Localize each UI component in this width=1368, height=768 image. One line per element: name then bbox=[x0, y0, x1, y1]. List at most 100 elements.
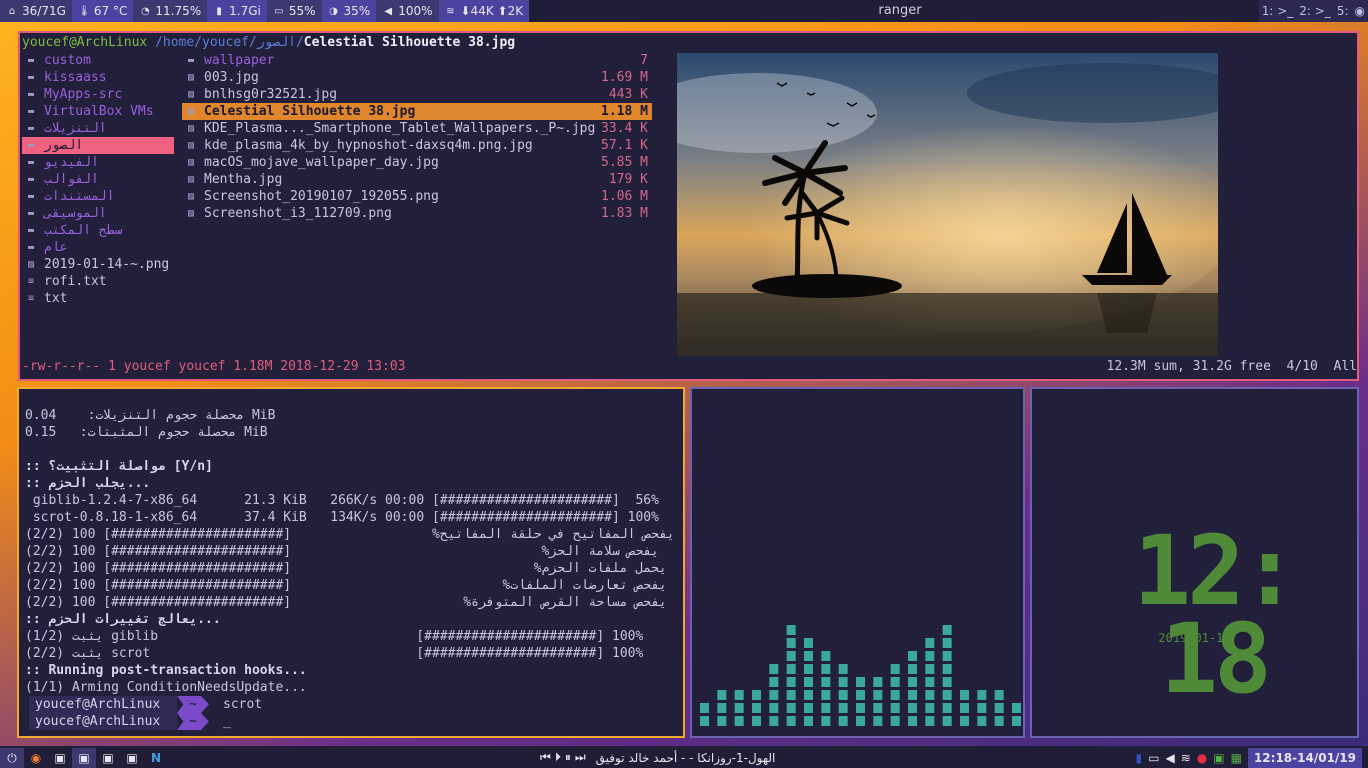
file-name: 003.jpg bbox=[204, 70, 259, 85]
workspace-2[interactable]: 2: >_ bbox=[1296, 4, 1334, 18]
image-file-icon: ▨ bbox=[188, 89, 195, 100]
battery-segment[interactable]: ▭ 55% bbox=[266, 0, 322, 22]
visualizer-bar bbox=[786, 625, 796, 726]
play-icon[interactable]: ⏵ bbox=[555, 750, 561, 765]
file-list-item[interactable]: ▨ macOS_mojave_wallpaper_day.jpg 5.85 M bbox=[182, 154, 652, 171]
image-file-icon: ▨ bbox=[188, 123, 195, 134]
prompt-command[interactable]: scrot bbox=[223, 696, 262, 713]
speaker-icon[interactable]: ◀ bbox=[1165, 751, 1174, 765]
now-playing: الهول-1-روزانكا - - أحمد خالد توفيق bbox=[595, 750, 776, 765]
parent-dir-item[interactable]: ▬ الصور bbox=[22, 137, 174, 154]
taskbar-terminal-3[interactable]: ▣ bbox=[96, 748, 120, 768]
parent-directory-column: ▬ custom ▬ kissaass ▬ MyApps-src ▬ VirtualBox V… bbox=[22, 52, 174, 307]
file-list-item[interactable]: ▬ wallpaper 7 bbox=[182, 52, 652, 69]
file-name: Celestial Silhouette 38.jpg bbox=[204, 104, 416, 119]
wifi-icon[interactable]: ≋ bbox=[1181, 751, 1191, 765]
file-list-item[interactable]: ▨ Celestial Silhouette 38.jpg 1.18 M bbox=[182, 103, 652, 120]
calendar-icon[interactable]: ▦ bbox=[1231, 751, 1242, 765]
file-name: bnlhsg0r32521.jpg bbox=[204, 87, 338, 102]
folder-icon: ▬ bbox=[28, 55, 35, 66]
parent-dir-item[interactable]: ▬ kissaass bbox=[22, 69, 174, 86]
taskbar-terminal-4[interactable]: ▣ bbox=[120, 748, 144, 768]
parent-dir-item[interactable]: ▬ التنزيلات bbox=[22, 120, 174, 137]
image-file-icon: ▨ bbox=[188, 208, 195, 219]
image-file-icon: ▨ bbox=[188, 174, 195, 185]
parent-dir-item[interactable]: ▬ القوالب bbox=[22, 171, 174, 188]
item-name: الموسيقى bbox=[44, 206, 107, 221]
datetime[interactable]: 12:18-14/01/19 bbox=[1247, 748, 1362, 768]
visualizer-bar bbox=[717, 690, 727, 726]
prompt-command[interactable]: _ bbox=[223, 713, 231, 730]
file-list-item[interactable]: ▨ Screenshot_20190107_192055.png 1.06 M bbox=[182, 188, 652, 205]
terminal-icon: ▣ bbox=[102, 751, 114, 765]
parent-dir-item[interactable]: ▨ 2019-01-14-~.png bbox=[22, 256, 174, 273]
file-list-item[interactable]: ▨ Mentha.jpg 179 K bbox=[182, 171, 652, 188]
clock-window: 12: 18 2019-01-14 bbox=[1030, 387, 1359, 738]
parent-dir-item[interactable]: ▬ عام bbox=[22, 239, 174, 256]
prompt-dir: ~ bbox=[177, 696, 209, 713]
taskbar-firefox[interactable]: ◉ bbox=[24, 748, 48, 768]
parent-dir-item[interactable]: ▬ سطح المكتب bbox=[22, 222, 174, 239]
pause-icon[interactable]: ⏸ bbox=[565, 750, 571, 765]
taskbar-app[interactable]: N bbox=[144, 748, 168, 768]
taskbar-terminal-2[interactable]: ▣ bbox=[72, 748, 96, 768]
terminal-line: :: Running post-transaction hooks... bbox=[25, 663, 307, 678]
previous-icon[interactable]: ⏮ bbox=[540, 750, 551, 765]
file-size: 1.83 M bbox=[601, 206, 648, 221]
parent-dir-item[interactable]: ≡ txt bbox=[22, 290, 174, 307]
network-segment[interactable]: ≋ ⬇44K ⬆2K bbox=[438, 0, 530, 22]
terminal-icon: ▣ bbox=[126, 751, 138, 765]
parent-dir-item[interactable]: ▬ custom bbox=[22, 52, 174, 69]
parent-dir-item[interactable]: ▬ VirtualBox VMs bbox=[22, 103, 174, 120]
file-list-item[interactable]: ▨ Screenshot_i3_112709.png 1.83 M bbox=[182, 205, 652, 222]
folder-icon: ▬ bbox=[28, 174, 35, 185]
brightness-segment[interactable]: ◑ 35% bbox=[321, 0, 377, 22]
item-name: custom bbox=[44, 53, 91, 68]
workspace-5[interactable]: 5: bbox=[1334, 4, 1352, 18]
volume-segment[interactable]: ◀ 100% bbox=[376, 0, 439, 22]
record-icon[interactable]: ● bbox=[1197, 751, 1207, 765]
item-name: rofi.txt bbox=[44, 274, 107, 289]
keyboard-flag-icon[interactable]: ▮ bbox=[1136, 751, 1143, 765]
parent-dir-item[interactable]: ▬ MyApps-src bbox=[22, 86, 174, 103]
terminal-window[interactable]: محصلة حجوم التنزيلات: 0.04 MiB محصلة حجوم… bbox=[17, 387, 685, 738]
image-preview bbox=[677, 53, 1218, 356]
parent-dir-item[interactable]: ≡ rofi.txt bbox=[22, 273, 174, 290]
visualizer-bar bbox=[1012, 703, 1021, 726]
file-list-item[interactable]: ▨ kde_plasma_4k_by_hypnoshot-daxsq4m.png.… bbox=[182, 137, 652, 154]
item-name: المستندات bbox=[44, 189, 115, 204]
folder-icon: ▬ bbox=[28, 123, 35, 134]
image-file-icon: ▨ bbox=[28, 259, 35, 270]
updates-icon[interactable]: ▣ bbox=[1213, 751, 1224, 765]
cpu-segment[interactable]: ◔ 11.75% bbox=[133, 0, 208, 22]
visualizer-bar bbox=[994, 690, 1004, 726]
visualizer-bar bbox=[942, 625, 952, 726]
taskbar-terminal-1[interactable]: ▣ bbox=[48, 748, 72, 768]
terminal-line: (2/2) 100 [######################] %يفحص… bbox=[25, 544, 659, 559]
screen-icon[interactable]: ▭ bbox=[1148, 751, 1159, 765]
image-file-icon: ▨ bbox=[188, 191, 195, 202]
text-file-icon: ≡ bbox=[28, 276, 35, 287]
visualizer-bar bbox=[821, 651, 831, 726]
folder-icon: ▬ bbox=[188, 55, 195, 66]
item-name: MyApps-src bbox=[44, 87, 123, 102]
temperature-segment[interactable]: 🌡 67 °C bbox=[71, 0, 134, 22]
battery-icon: ▭ bbox=[274, 5, 284, 17]
parent-dir-item[interactable]: ▬ المستندات bbox=[22, 188, 174, 205]
workspace-1[interactable]: 1: >_ bbox=[1259, 4, 1297, 18]
firefox-icon: ◉ bbox=[30, 751, 42, 765]
home-disk-segment[interactable]: ⌂ 36/71G bbox=[0, 0, 72, 22]
parent-dir-item[interactable]: ▬ الموسيقى bbox=[22, 205, 174, 222]
file-list-item[interactable]: ▨ bnlhsg0r32521.jpg 443 K bbox=[182, 86, 652, 103]
parent-dir-item[interactable]: ▬ الفيديو bbox=[22, 154, 174, 171]
file-list-item[interactable]: ▨ 003.jpg 1.69 M bbox=[182, 69, 652, 86]
terminal-line: محصلة حجوم المثبتات: 0.15 MiB bbox=[25, 425, 268, 440]
item-name: التنزيلات bbox=[44, 121, 107, 136]
visualizer-bar bbox=[734, 690, 744, 726]
memory-segment[interactable]: ▮ 1.7Gi bbox=[207, 0, 267, 22]
next-icon[interactable]: ⏭ bbox=[575, 750, 586, 765]
file-list-item[interactable]: ▨ KDE_Plasma..._Smartphone_Tablet_Wallpap… bbox=[182, 120, 652, 137]
power-button[interactable]: ⏻ bbox=[0, 748, 24, 768]
file-name: Mentha.jpg bbox=[204, 172, 283, 187]
ranger-window[interactable]: youcef@ArchLinux /home/youcef/الصور/Cele… bbox=[18, 31, 1359, 381]
